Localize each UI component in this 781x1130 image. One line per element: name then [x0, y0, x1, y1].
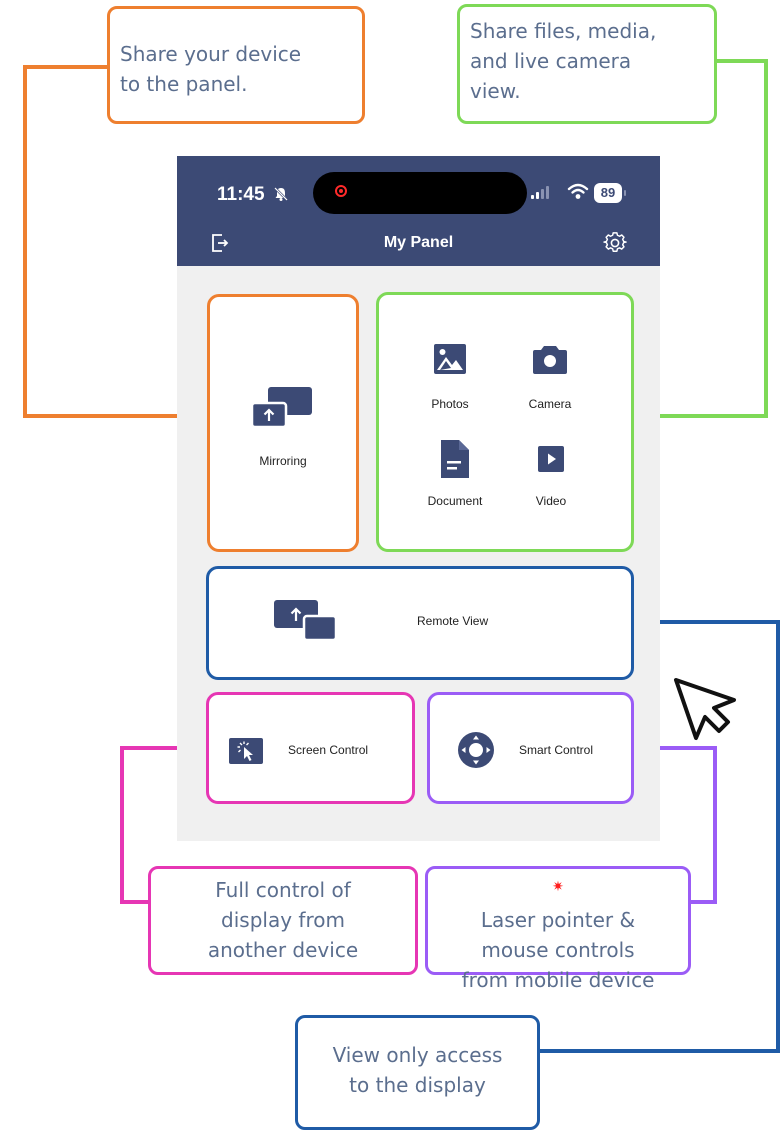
dpad-icon — [458, 732, 494, 768]
mouse-pointer-icon — [674, 678, 736, 740]
remote-view-tile[interactable]: Remote View — [206, 566, 634, 680]
smart-control-callout: ✷ Laser pointer & mouse controls from mob… — [425, 866, 691, 992]
status-bar: 11:45 89 My Panel — [177, 156, 660, 266]
callout-line: Full control of — [215, 878, 351, 902]
callout-line: from mobile device — [461, 968, 655, 992]
video-label: Video — [535, 494, 567, 508]
share-callout: Share files, media, and live camera view… — [457, 4, 717, 124]
photos-label: Photos — [431, 397, 469, 411]
photos-icon — [434, 344, 466, 374]
callout-line: ✷ Laser pointer & — [428, 875, 688, 935]
remote-view-icon — [274, 600, 338, 642]
mirroring-callout: Share your device to the panel. — [107, 6, 365, 124]
screen-control-tile[interactable]: Screen Control — [206, 692, 415, 804]
share-tile: Photos Camera Document Video — [376, 292, 634, 552]
remote-view-label: Remote View — [417, 614, 489, 628]
callout-line: to the display — [349, 1073, 486, 1097]
phone-screen: 11:45 89 My Panel Mirroring Photos Camer… — [177, 156, 660, 841]
wifi-icon — [567, 183, 589, 199]
document-label: Document — [427, 494, 483, 508]
callout-line: Share files, media, — [470, 19, 657, 43]
callout-line: View only access — [332, 1043, 503, 1067]
mirroring-icon — [250, 387, 312, 429]
video-play-icon — [538, 446, 564, 472]
dynamic-island — [313, 172, 527, 214]
callout-line: to the panel. — [120, 72, 248, 96]
camera-icon — [533, 346, 567, 374]
document-icon — [441, 440, 469, 478]
page-title: My Panel — [383, 234, 454, 251]
recording-icon — [335, 185, 347, 197]
callout-line: mouse controls — [481, 938, 635, 962]
callout-line: Share your device — [120, 42, 302, 66]
callout-line: view. — [470, 79, 521, 103]
laser-spark-icon: ✷ — [552, 879, 564, 895]
signal-icon — [531, 186, 549, 199]
mirroring-label: Mirroring — [259, 454, 307, 468]
callout-text: Laser pointer & — [480, 908, 636, 932]
battery-indicator: 89 — [594, 183, 626, 203]
cursor-click-icon — [229, 738, 263, 764]
remote-view-callout: View only access to the display — [295, 1015, 540, 1130]
gear-icon[interactable] — [603, 231, 627, 255]
camera-label: Camera — [528, 397, 572, 411]
callout-line: display from — [221, 908, 345, 932]
callout-line: another device — [207, 938, 359, 962]
bell-muted-icon — [274, 187, 288, 201]
screen-control-label: Screen Control — [288, 743, 369, 757]
callout-line: and live camera — [470, 49, 632, 73]
smart-control-label: Smart Control — [519, 743, 594, 757]
smart-control-tile[interactable]: Smart Control — [427, 692, 634, 804]
mirroring-tile[interactable]: Mirroring — [207, 294, 359, 552]
screen-control-callout: Full control of display from another dev… — [148, 866, 418, 975]
status-time: 11:45 — [217, 184, 265, 205]
